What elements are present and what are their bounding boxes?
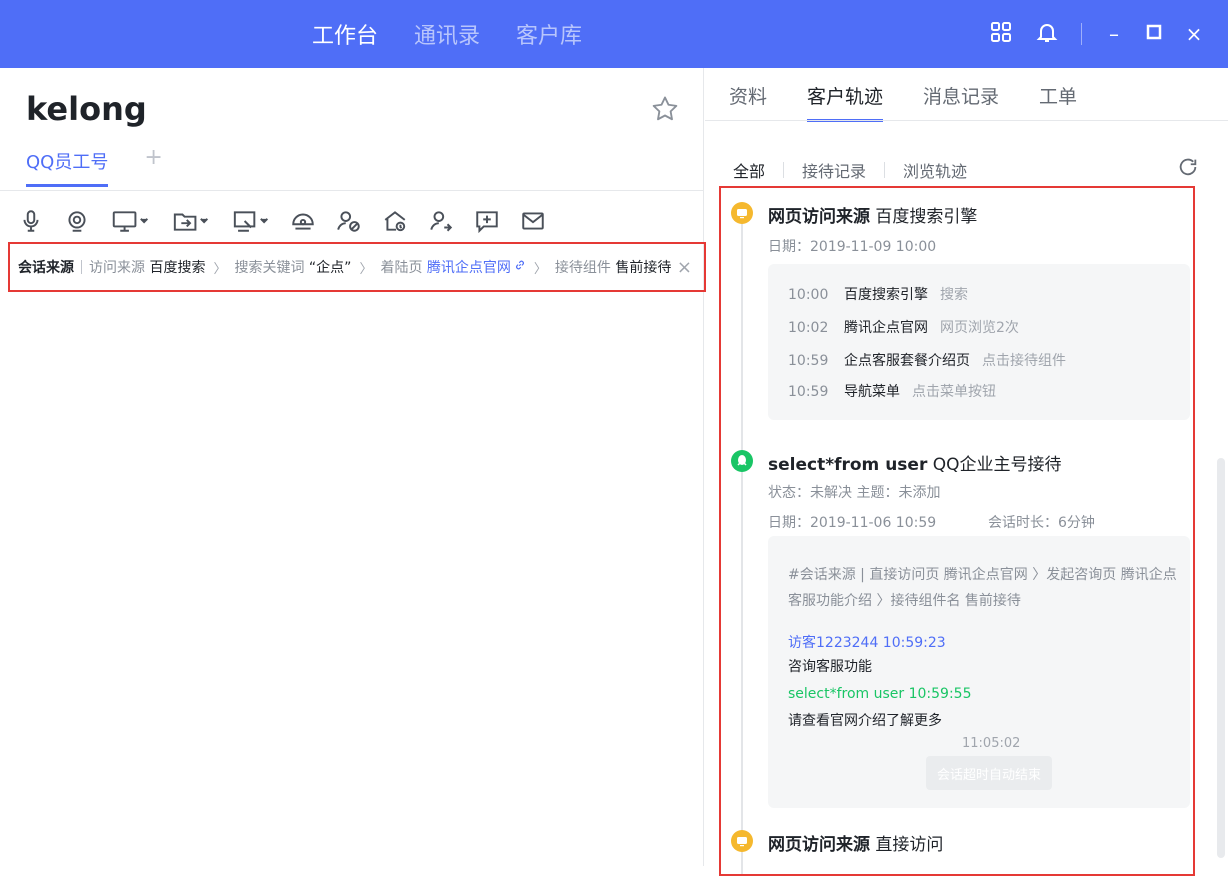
widget-label: 接待组件 [554,260,611,276]
filter-browse-track[interactable]: 浏览轨迹 [903,158,967,182]
chevron-right-icon: 〉 [533,261,547,277]
maximize-icon[interactable] [1146,24,1162,44]
customer-subtabs: QQ员工号 + [26,147,163,187]
agent-message: 请查看官网介绍了解更多 [788,713,942,729]
event-date: 日期：2019-11-06 10:59 [768,515,937,531]
detail-tabs: 资料 客户轨迹 消息记录 工单 [729,82,1077,122]
keyword-label: 搜索关键词 [234,260,305,276]
visit-step: 10:02 腾讯企点官网 网页浏览2次 [788,320,1019,336]
event-source: 百度搜索引擎 [875,207,978,227]
tab-contacts[interactable]: 通讯录 [414,18,480,50]
chat-panel: kelong QQ员工号 + 会话来源 访问来源 百度搜索 〉 搜索关键词 “企… [0,68,706,866]
chevron-right-icon: 〉 [213,261,227,277]
visit-step: 10:59 导航菜单 点击菜单按钮 [788,384,996,400]
tab-work-order[interactable]: 工单 [1039,82,1077,122]
chat-record-card: #会话来源 | 直接访问页 腾讯企点官网 〉发起咨询页 腾讯企点客服功能介绍 〉… [768,536,1190,808]
file-transfer-icon[interactable] [168,206,212,236]
window-controls: – × [989,0,1204,68]
add-tab-button[interactable]: + [144,147,162,169]
landing-page-link[interactable]: 腾讯企点官网 [427,257,511,277]
landing-page-label: 着陆页 [380,260,423,276]
event-title: 网页访问来源 直接访问 [768,830,943,855]
customer-timeline: 网页访问来源 百度搜索引擎 日期：2019-11-09 10:00 10:00 百… [719,186,1195,876]
tab-message-history[interactable]: 消息记录 [923,82,999,122]
tab-workbench[interactable]: 工作台 [312,18,378,50]
divider [0,190,704,191]
track-filters: 全部 接待记录 浏览轨迹 [733,158,967,182]
scrollbar[interactable] [1217,458,1225,858]
visit-steps-card: 10:00 百度搜索引擎 搜索 10:02 腾讯企点官网 网页浏览2次 10:59 企点客… [768,264,1190,420]
visit-step: 10:00 百度搜索引擎 搜索 [788,287,968,303]
qq-icon [731,450,753,472]
block-user-icon[interactable] [334,206,364,236]
grid-icon[interactable] [989,20,1013,48]
visit-source-value: 百度搜索 [149,260,206,276]
tab-customer-library[interactable]: 客户库 [516,18,582,50]
event-source: 直接访问 [875,835,944,855]
chevron-right-icon: 〉 [359,261,373,277]
visit-step: 10:59 企点客服套餐介绍页 点击接待组件 [788,353,1066,369]
mail-icon[interactable] [518,206,548,236]
web-visit-icon [731,830,753,852]
visit-source-label: 访问来源 [89,260,145,276]
session-timeout-badge: 会话超时自动结束 [926,756,1052,790]
home-icon[interactable] [380,206,410,236]
tab-qq-employee[interactable]: QQ员工号 [26,148,109,187]
camera-icon[interactable] [62,206,92,236]
web-visit-icon [731,202,753,224]
microphone-icon[interactable] [16,206,46,236]
event-date: 日期：2019-11-09 10:00 [768,239,937,255]
customer-name: kelong [26,90,147,128]
toolbar-separator [1081,23,1082,45]
customer-detail-panel: 资料 客户轨迹 消息记录 工单 全部 接待记录 浏览轨迹 网页访问来源 百度搜索… [705,68,1228,876]
star-icon[interactable] [650,94,680,124]
remote-support-icon[interactable] [288,206,318,236]
filter-all[interactable]: 全部 [733,158,765,182]
tab-customer-track[interactable]: 客户轨迹 [807,82,884,122]
bell-icon[interactable] [1035,20,1059,48]
close-source-bar-icon[interactable]: × [677,257,692,278]
link-icon [514,259,526,275]
top-navigation-bar: 工作台 通讯录 客户库 – × [0,0,1228,68]
event-source: QQ企业主号接待 [932,455,1062,475]
visitor-message: 咨询客服功能 [788,659,872,675]
event-type: 网页访问来源 [768,835,870,855]
screenshot-icon[interactable] [228,206,272,236]
main-tabs: 工作台 通讯录 客户库 [312,0,582,68]
chat-toolbar [16,206,548,236]
filter-reception-records[interactable]: 接待记录 [802,158,866,182]
session-end-time: 11:05:02 [962,736,1021,751]
event-title: select*from user QQ企业主号接待 [768,450,1062,475]
widget-value: 售前接待 [615,260,672,276]
event-title: 网页访问来源 百度搜索引擎 [768,202,977,227]
transfer-user-icon[interactable] [426,206,456,236]
tab-profile[interactable]: 资料 [729,82,767,122]
divider [705,120,1228,121]
session-source-bar: 会话来源 访问来源 百度搜索 〉 搜索关键词 “企点” 〉 着陆页 腾讯企点官网… [8,242,706,292]
agent-message-header: select*from user 10:59:55 [788,686,972,702]
minimize-icon[interactable]: – [1104,22,1124,46]
visitor-message-header: 访客1223244 10:59:23 [788,635,946,651]
chat-session-source: #会话来源 | 直接访问页 腾讯企点官网 〉发起咨询页 腾讯企点客服功能介绍 〉… [788,567,1177,609]
close-icon[interactable]: × [1184,22,1204,46]
session-source-label: 会话来源 [18,260,74,276]
keyword-value: “企点” [308,260,352,276]
screen-share-icon[interactable] [108,206,152,236]
timeline-line [741,208,743,874]
refresh-icon[interactable] [1177,156,1199,178]
session-duration: 会话时长：6分钟 [988,515,1095,531]
event-status: 状态：未解决 主题：未添加 [768,485,941,501]
add-note-icon[interactable] [472,206,502,236]
agent-name: select*from user [768,455,928,475]
event-type: 网页访问来源 [768,207,870,227]
